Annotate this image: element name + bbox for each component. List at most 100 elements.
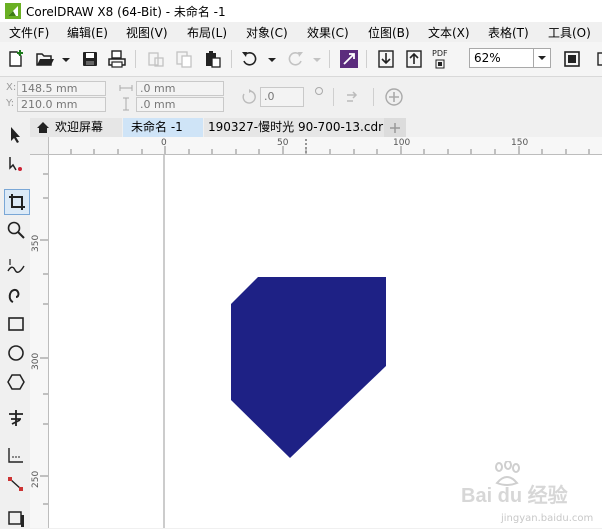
- save-button[interactable]: [80, 49, 100, 69]
- tab-document-file[interactable]: 190327-慢时光 90-700-13.cdr: [204, 118, 384, 137]
- width-field[interactable]: .0 mm: [136, 81, 224, 96]
- zoom-icon: [7, 221, 25, 239]
- freehand-tool[interactable]: [6, 256, 26, 276]
- menu-edit[interactable]: 编辑(E): [67, 24, 108, 41]
- connector-icon: [8, 477, 23, 491]
- tab-welcome-screen[interactable]: 欢迎屏幕: [30, 118, 122, 137]
- artistic-media-icon: [8, 288, 20, 303]
- new-tab-button[interactable]: [384, 118, 406, 137]
- ellipse-tool[interactable]: [6, 343, 26, 363]
- import-button[interactable]: [376, 49, 396, 69]
- home-icon: [37, 122, 49, 133]
- copy-button[interactable]: [174, 49, 194, 69]
- horizontal-ruler[interactable]: 0 50 100 150: [30, 137, 602, 155]
- cut-button[interactable]: [146, 49, 166, 69]
- print-button[interactable]: [107, 49, 127, 69]
- menu-tools[interactable]: 工具(O): [548, 24, 591, 41]
- paste-button[interactable]: [203, 49, 223, 69]
- zoom-level-select[interactable]: 62%: [469, 48, 551, 68]
- zoom-level-value: 62%: [474, 51, 501, 65]
- ruler-label: 0: [161, 138, 167, 148]
- ruler-origin-corner[interactable]: [30, 137, 49, 155]
- text-tool[interactable]: [6, 408, 26, 428]
- new-document-icon: [9, 50, 23, 67]
- parallel-dimension-tool[interactable]: [6, 445, 26, 465]
- ruler-label: 100: [393, 138, 411, 148]
- crop-tool[interactable]: [4, 189, 30, 215]
- redo-button[interactable]: [285, 49, 305, 69]
- toolbar-separator: [366, 50, 367, 68]
- open-recent-dropdown[interactable]: [56, 49, 70, 69]
- title-bar: CorelDRAW X8 (64-Bit) - 未命名 -1: [0, 0, 602, 22]
- export-button[interactable]: [404, 49, 424, 69]
- pdf-icon: [435, 59, 445, 69]
- toolbox: [0, 117, 31, 528]
- document-tab-bar: 欢迎屏幕 未命名 -1 190327-慢时光 90-700-13.cdr: [30, 117, 602, 137]
- menu-object[interactable]: 对象(C): [246, 24, 288, 41]
- artistic-media-tool[interactable]: [6, 285, 26, 305]
- full-screen-preview-button[interactable]: [562, 49, 582, 69]
- vertical-ruler[interactable]: 350 300 250: [30, 154, 49, 528]
- crop-icon: [9, 194, 25, 210]
- degree-icon: [315, 87, 323, 95]
- paste-icon: [206, 51, 221, 68]
- publish-to-pdf-button[interactable]: PDF: [431, 49, 455, 69]
- mirror-icon[interactable]: [343, 87, 363, 107]
- chevron-down-icon: [268, 58, 276, 62]
- blue-polygon-shape[interactable]: [231, 277, 386, 458]
- width-icon: [119, 85, 133, 91]
- x-position-field[interactable]: 148.5 mm: [17, 81, 106, 96]
- toolbar-separator: [231, 50, 232, 68]
- toolbar-separator: [135, 50, 136, 68]
- search-content-button[interactable]: [339, 49, 359, 69]
- menu-bar: 文件(F) 编辑(E) 视图(V) 布局(L) 对象(C) 效果(C) 位图(B…: [0, 22, 602, 42]
- undo-button[interactable]: [240, 49, 260, 69]
- ruler-label: 150: [511, 138, 529, 148]
- property-bar: X: 148.5 mm Y: 210.0 mm .0 mm .0 mm .0: [0, 77, 602, 118]
- copy-icon: [176, 51, 192, 68]
- menu-file[interactable]: 文件(F): [9, 24, 49, 41]
- menu-text[interactable]: 文本(X): [428, 24, 470, 41]
- rotation-angle-field[interactable]: .0: [260, 87, 304, 107]
- window-title: CorelDRAW X8 (64-Bit) - 未命名 -1: [26, 5, 226, 19]
- plus-icon: [390, 123, 400, 133]
- tab-label: 未命名 -1: [131, 120, 183, 134]
- new-document-button[interactable]: [6, 49, 26, 69]
- redo-dropdown[interactable]: [307, 49, 321, 69]
- pick-tool[interactable]: [6, 125, 26, 145]
- search-content-icon: [340, 50, 358, 68]
- pointer-arrow-icon: [11, 127, 20, 143]
- rotation-icon: [242, 89, 256, 104]
- polygon-tool[interactable]: [6, 372, 26, 392]
- watermark-logo-text: Bai du 经验: [461, 485, 568, 507]
- connector-tool[interactable]: [6, 474, 26, 494]
- zoom-tool[interactable]: [6, 220, 26, 240]
- shadow-tool[interactable]: [6, 509, 26, 529]
- height-field[interactable]: .0 mm: [136, 97, 224, 112]
- shape-tool[interactable]: [6, 154, 26, 174]
- menu-bitmaps[interactable]: 位图(B): [368, 24, 410, 41]
- toolbar-separator: [329, 50, 330, 68]
- open-button[interactable]: [35, 49, 55, 69]
- zoom-dropdown-button[interactable]: [533, 49, 550, 67]
- rectangle-tool[interactable]: [6, 314, 26, 334]
- undo-dropdown[interactable]: [262, 49, 276, 69]
- options-button[interactable]: [590, 49, 602, 69]
- ruler-label: 300: [31, 352, 41, 370]
- add-icon[interactable]: [384, 87, 404, 107]
- ellipse-icon: [8, 345, 24, 361]
- tab-untitled-1[interactable]: 未命名 -1: [123, 118, 203, 137]
- propbar-separator: [373, 88, 374, 106]
- coreldraw-logo-icon: [5, 3, 21, 19]
- menu-layout[interactable]: 布局(L): [187, 24, 227, 41]
- drop-shadow-icon: [8, 511, 24, 527]
- menu-table[interactable]: 表格(T): [488, 24, 529, 41]
- y-position-field[interactable]: 210.0 mm: [17, 97, 106, 112]
- drawing-canvas[interactable]: Bai du 经验 jingyan.baidu.com: [49, 155, 602, 528]
- tab-label: 190327-慢时光 90-700-13.cdr: [208, 120, 384, 134]
- menu-effects[interactable]: 效果(C): [307, 24, 349, 41]
- menu-view[interactable]: 视图(V): [126, 24, 168, 41]
- cut-icon: [148, 52, 164, 67]
- chevron-down-icon: [62, 58, 70, 62]
- freehand-icon: [7, 259, 25, 273]
